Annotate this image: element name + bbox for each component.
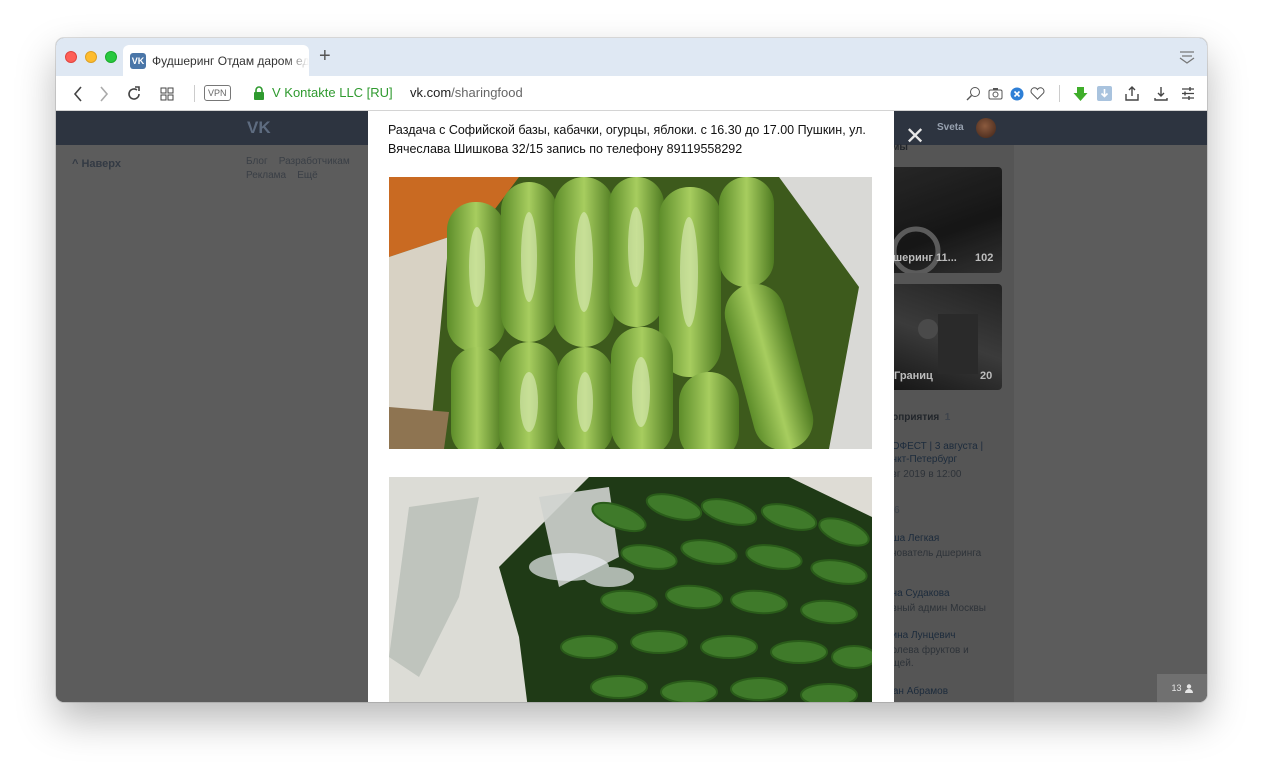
contact-name[interactable]: ман Абрамов bbox=[886, 685, 948, 698]
adblock-icon bbox=[1010, 87, 1024, 100]
camera-icon bbox=[988, 88, 1002, 100]
forward-arrow-icon bbox=[100, 85, 109, 102]
footer-link-blog[interactable]: Блог bbox=[246, 156, 268, 167]
heart-icon bbox=[1030, 87, 1044, 100]
grid-icon bbox=[160, 87, 174, 100]
footer-link-developers[interactable]: Разработчикам bbox=[279, 156, 350, 167]
user-name[interactable]: Sveta bbox=[937, 122, 964, 133]
footer-link-ads[interactable]: Реклама bbox=[246, 170, 286, 181]
downloader-extension-button[interactable] bbox=[1071, 76, 1089, 111]
save-icon bbox=[1096, 86, 1112, 101]
certificate-label[interactable]: V Kontakte LLC [RU] bbox=[272, 85, 393, 100]
back-to-top-link[interactable]: ^ Наверх bbox=[72, 158, 121, 170]
back-button[interactable] bbox=[68, 76, 88, 111]
tab-title: Фудшеринг Отдам даром ед bbox=[152, 53, 309, 68]
contact-name[interactable]: ена Судакова bbox=[886, 587, 950, 600]
settings-button[interactable] bbox=[1179, 76, 1197, 111]
footer-link-more[interactable]: Ещё bbox=[297, 170, 317, 181]
zucchini-photo-art bbox=[389, 177, 872, 449]
back-to-top-label: Наверх bbox=[81, 158, 121, 170]
contact-role: ролева фруктов и ощей. bbox=[886, 645, 969, 669]
album-1-count: 102 bbox=[975, 252, 994, 264]
tab-menu-icon[interactable] bbox=[1179, 50, 1195, 64]
event-title[interactable]: КОФЕСТ | 3 августа | анкт-Петербург bbox=[886, 440, 1006, 466]
footer-links: Блог Разработчикам Реклама Ещё bbox=[246, 155, 350, 183]
zoom-window-button[interactable] bbox=[105, 51, 117, 63]
close-window-button[interactable] bbox=[65, 51, 77, 63]
album-2-count: 20 bbox=[980, 370, 993, 382]
album-2-title: Границ bbox=[894, 370, 933, 382]
lock-icon bbox=[254, 86, 264, 100]
share-icon bbox=[1125, 86, 1139, 101]
minimize-window-button[interactable] bbox=[85, 51, 97, 63]
adblock-button[interactable] bbox=[1008, 76, 1026, 111]
speed-dial-button[interactable] bbox=[156, 76, 178, 111]
post-viewer-modal: Раздача с Софийской базы, кабачки, огурц… bbox=[368, 111, 894, 702]
sliders-icon bbox=[1182, 87, 1194, 100]
events-header[interactable]: роприятия 1 bbox=[886, 411, 950, 424]
person-icon bbox=[1184, 683, 1193, 693]
viewers-badge[interactable]: 13 bbox=[1157, 674, 1207, 702]
download-icon bbox=[1154, 87, 1168, 101]
active-tab[interactable]: VK Фудшеринг Отдам даром ед bbox=[123, 45, 309, 76]
forward-button[interactable] bbox=[94, 76, 114, 111]
close-viewer-button[interactable]: ✕ bbox=[905, 125, 925, 149]
reload-button[interactable] bbox=[124, 76, 144, 111]
cucumbers-photo-art bbox=[389, 477, 872, 702]
page-search-button[interactable] bbox=[964, 76, 982, 111]
share-button[interactable] bbox=[1123, 76, 1141, 111]
url-path: /sharingfood bbox=[451, 85, 523, 100]
post-caption: Раздача с Софийской базы, кабачки, огурц… bbox=[388, 123, 866, 156]
page-viewport: VK Sveta ^ Наверх Блог Разработчикам Рек… bbox=[56, 111, 1207, 702]
bookmark-heart-button[interactable] bbox=[1028, 76, 1046, 111]
vpn-badge[interactable]: VPN bbox=[204, 85, 231, 101]
address-bar: VPN V Kontakte LLC [RU] vk.com/sharingfo… bbox=[56, 76, 1207, 111]
tab-bar: VK Фудшеринг Отдам даром ед + bbox=[56, 38, 1207, 76]
vk-favicon-icon: VK bbox=[130, 52, 146, 69]
post-photo-zucchini[interactable] bbox=[389, 177, 872, 449]
album-1-title: дшеринг 11... bbox=[886, 252, 957, 264]
new-tab-button[interactable]: + bbox=[319, 46, 331, 66]
avatar[interactable] bbox=[976, 118, 996, 138]
snapshot-button[interactable] bbox=[986, 76, 1004, 111]
url-host: vk.com bbox=[410, 85, 452, 100]
downloads-button[interactable] bbox=[1152, 76, 1170, 111]
toolbar-divider bbox=[194, 85, 195, 102]
magnifier-icon bbox=[966, 87, 980, 101]
save-extension-button[interactable] bbox=[1095, 76, 1113, 111]
green-download-icon bbox=[1073, 86, 1087, 101]
post-photo-cucumbers[interactable] bbox=[389, 477, 872, 702]
vk-logo[interactable]: VK bbox=[247, 118, 271, 138]
url-field[interactable]: vk.com/sharingfood bbox=[410, 85, 523, 100]
event-date: авг 2019 в 12:00 bbox=[886, 469, 962, 480]
contact-name[interactable]: рина Лунцевич bbox=[886, 629, 956, 642]
contact-role: снователь дшеринга bbox=[886, 548, 982, 559]
viewers-count: 13 bbox=[1171, 683, 1182, 693]
contacts-count: 6 bbox=[894, 505, 900, 516]
events-count: 1 bbox=[944, 412, 951, 423]
browser-window: VK Фудшеринг Отдам даром ед + VPN V Kont… bbox=[56, 38, 1207, 702]
contact-role: авный админ Москвы bbox=[886, 603, 986, 614]
reload-icon bbox=[128, 85, 140, 100]
toolbar-divider-2 bbox=[1059, 85, 1060, 102]
back-arrow-icon bbox=[73, 85, 82, 102]
